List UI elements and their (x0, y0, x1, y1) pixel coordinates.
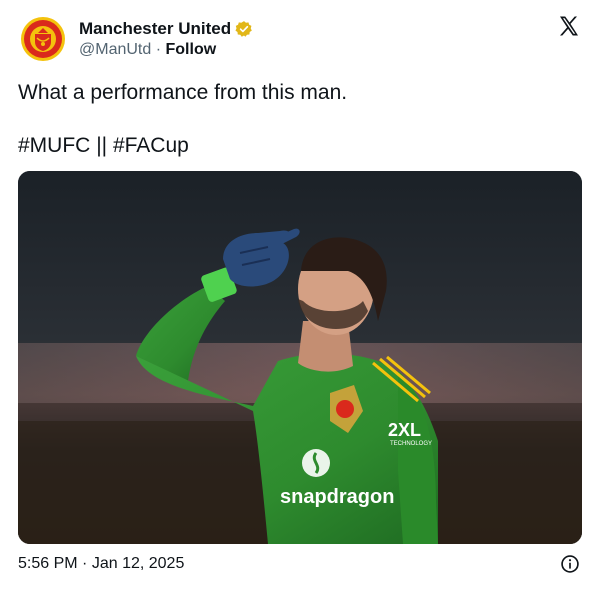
timestamp-separator: · (82, 555, 88, 572)
tweet-text: What a performance from this man. #MUFC … (18, 80, 578, 159)
tweet-header: Manchester United @ManUtd · Follow (0, 0, 600, 70)
timestamp[interactable]: 5:56 PM · Jan 12, 2025 (18, 555, 184, 573)
author-name-row: Manchester United (79, 18, 253, 40)
verified-badge-icon (235, 21, 252, 37)
avatar[interactable] (20, 16, 66, 62)
display-name[interactable]: Manchester United (79, 19, 231, 39)
tweet-photo[interactable]: snapdragon 2XL TECHNOLOGY (18, 171, 582, 544)
x-logo-icon[interactable] (557, 14, 581, 38)
tweet-time: 5:56 PM (18, 555, 78, 572)
tweet-footer: 5:56 PM · Jan 12, 2025 (18, 554, 582, 576)
handle-separator: · (155, 41, 162, 58)
kit-text: 2XL (388, 420, 421, 440)
handle[interactable]: @ManUtd (79, 41, 151, 58)
hashtag-facup[interactable]: #FACup (113, 134, 189, 157)
hashtag-mufc[interactable]: #MUFC (18, 134, 90, 157)
tweet-hashtags: #MUFC || #FACup (18, 133, 578, 159)
tweet-line: What a performance from this man. (18, 81, 348, 104)
kit-subtext: TECHNOLOGY (390, 441, 432, 447)
info-icon[interactable] (560, 554, 580, 574)
club-crest-icon (21, 17, 65, 61)
sponsor-text: snapdragon (280, 486, 394, 508)
handle-row: @ManUtd · Follow (79, 41, 216, 59)
tweet-date: Jan 12, 2025 (91, 555, 185, 572)
hashtag-divider: || (96, 134, 108, 157)
follow-button[interactable]: Follow (166, 41, 217, 58)
goalkeeper-photo: snapdragon 2XL TECHNOLOGY (18, 171, 582, 544)
